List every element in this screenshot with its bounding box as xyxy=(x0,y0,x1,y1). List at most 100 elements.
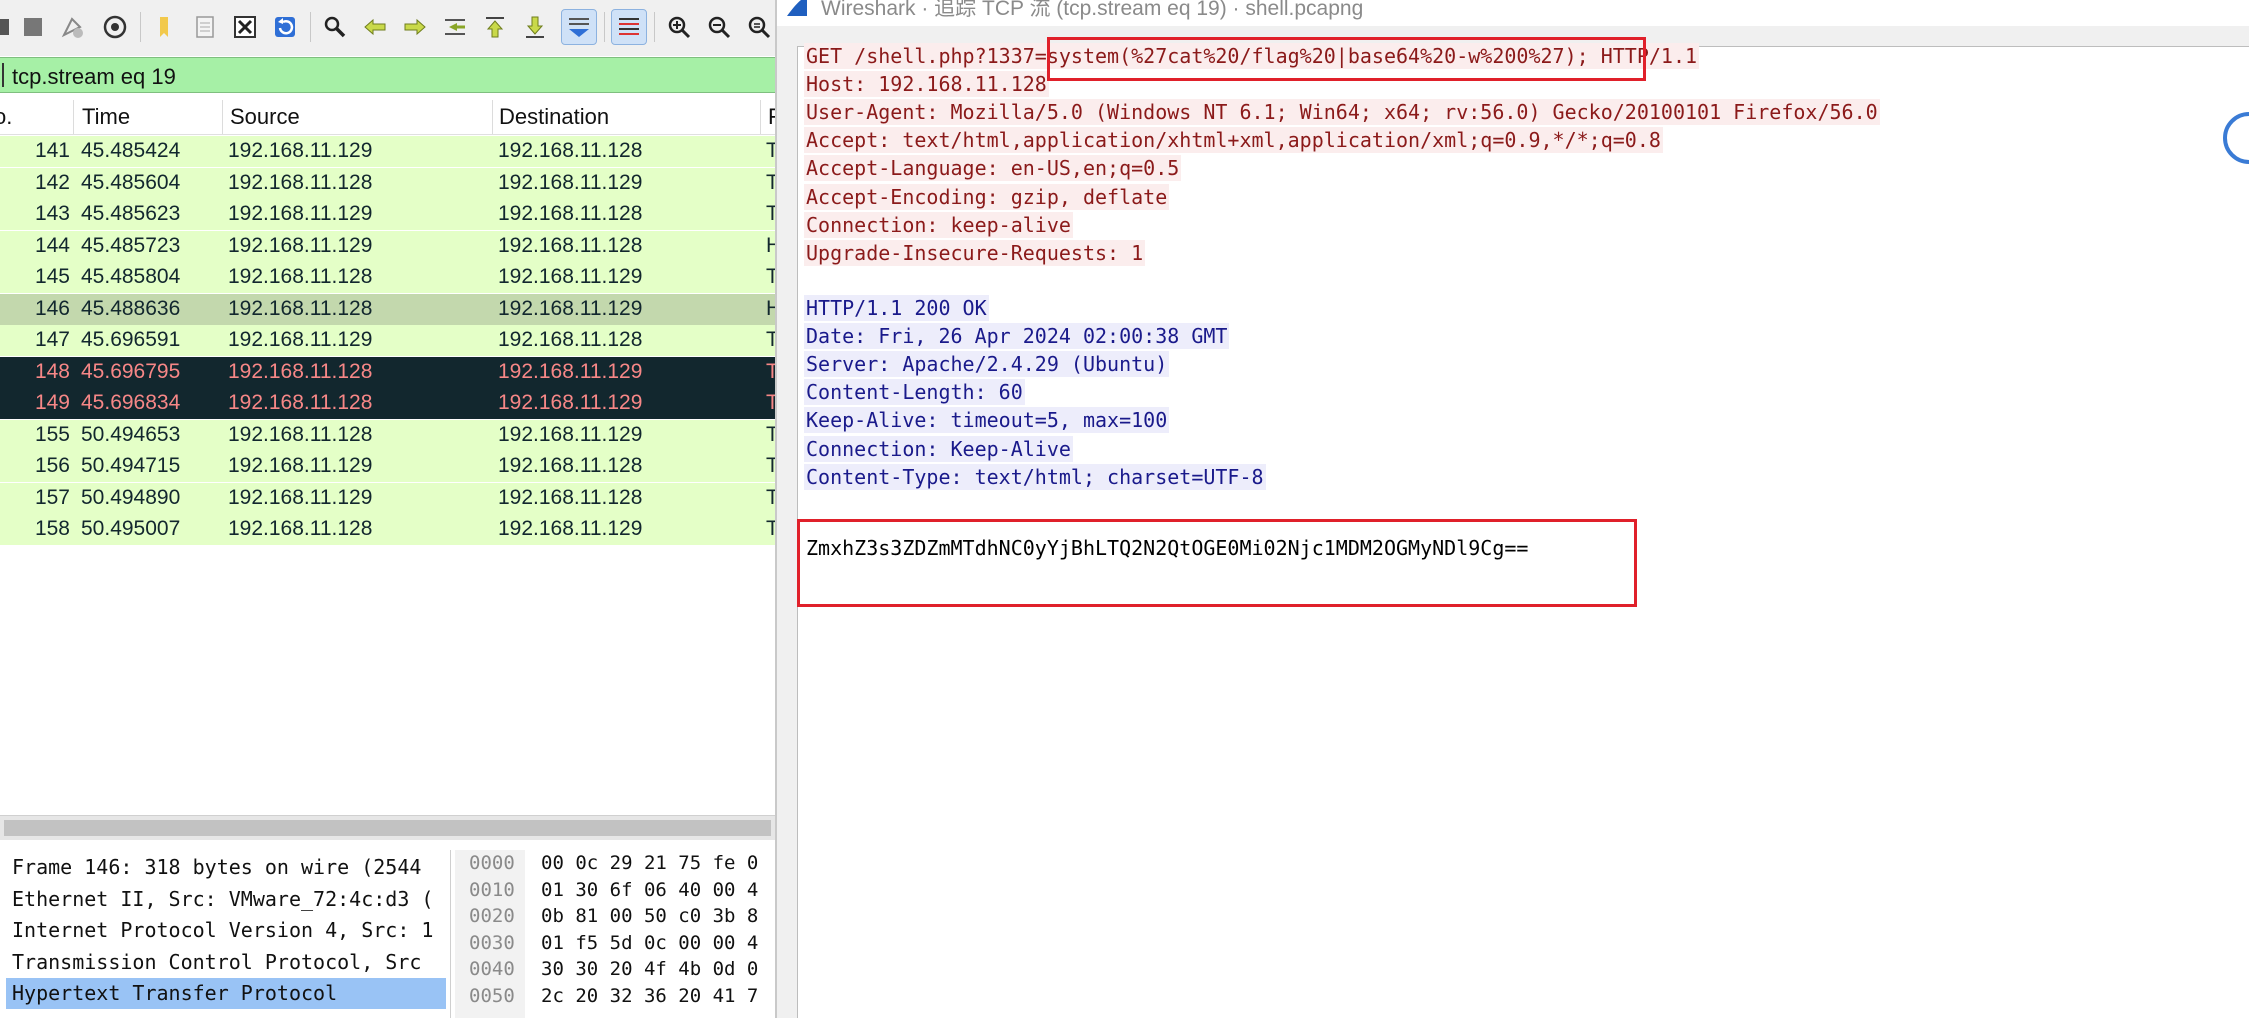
packet-destination: 192.168.11.128 xyxy=(498,202,643,225)
column-header-protocol[interactable]: F xyxy=(768,104,775,130)
packet-no: 143 xyxy=(34,202,70,225)
filter-bookmark-icon[interactable] xyxy=(2,63,4,87)
restart-capture-icon[interactable] xyxy=(16,10,50,44)
packet-protocol: H xyxy=(766,296,775,320)
go-to-packet-icon[interactable] xyxy=(438,10,472,44)
hex-bytes: 0b 81 00 50 c0 3b 8 xyxy=(541,905,759,927)
wireshark-main-window: tcp.stream eq 19 o. Time Source Destinat… xyxy=(0,0,775,1018)
response-line: HTTP/1.1 200 OK xyxy=(804,295,989,321)
packet-row[interactable]: 147 45.696591 192.168.11.129 192.168.11.128… xyxy=(0,325,775,356)
capture-settings-icon[interactable] xyxy=(98,10,132,44)
packet-list-scrollbar[interactable] xyxy=(0,815,775,840)
packet-row[interactable]: 148 45.696795 192.168.11.128 192.168.11.129… xyxy=(0,356,775,388)
packet-source: 192.168.11.129 xyxy=(228,328,373,351)
packet-row[interactable]: 146 45.488636 192.168.11.128 192.168.11.129… xyxy=(0,293,775,325)
column-header-destination[interactable]: Destination xyxy=(499,104,609,130)
column-header-no[interactable]: o. xyxy=(0,104,12,130)
go-forward-icon[interactable] xyxy=(398,10,432,44)
request-line: Accept-Encoding: gzip, deflate xyxy=(804,183,1170,210)
zoom-in-icon[interactable] xyxy=(662,10,696,44)
packet-destination: 192.168.11.129 xyxy=(498,296,643,320)
hex-bytes: 01 30 6f 06 40 00 4 xyxy=(541,878,759,901)
packet-no: 157 xyxy=(34,485,70,509)
find-packet-icon[interactable] xyxy=(318,10,352,44)
detail-tree-label: Frame 146: 318 bytes on wire (2544 xyxy=(12,855,422,879)
request-line: Connection: keep-alive xyxy=(804,211,1073,238)
go-to-first-icon[interactable] xyxy=(478,10,512,44)
response-line: Date: Fri, 26 Apr 2024 02:00:38 GMT xyxy=(804,323,1230,350)
display-filter-bar[interactable]: tcp.stream eq 19 xyxy=(0,57,775,93)
colorize-icon[interactable] xyxy=(611,9,647,45)
scrollbar-thumb[interactable] xyxy=(4,820,771,836)
packet-protocol: T xyxy=(766,485,775,509)
hex-bytes: 30 30 20 4f 4b 0d 0 xyxy=(541,958,759,980)
packet-destination: 192.168.11.129 xyxy=(498,359,643,383)
detail-tree-item[interactable]: Internet Protocol Version 4, Src: 1 xyxy=(6,915,446,946)
column-separator[interactable] xyxy=(492,100,493,134)
stream-content-area[interactable]: GET /shell.php?1337=system(%27cat%20/fla… xyxy=(797,37,2249,1018)
packet-time: 45.485424 xyxy=(81,139,181,162)
column-header-time[interactable]: Time xyxy=(82,104,130,130)
packet-time: 45.485623 xyxy=(81,202,181,225)
packet-row[interactable]: 143 45.485623 192.168.11.129 192.168.11.128… xyxy=(0,199,775,230)
capture-options-icon[interactable] xyxy=(55,10,89,44)
highlight-box-response-body xyxy=(797,519,1637,607)
packet-list-header: o. Time Source Destination F xyxy=(0,100,775,135)
packet-source: 192.168.11.128 xyxy=(228,265,373,288)
packet-row[interactable]: 144 45.485723 192.168.11.129 192.168.11.128… xyxy=(0,230,775,262)
packet-time: 45.696591 xyxy=(81,328,181,351)
go-to-last-icon[interactable] xyxy=(518,10,552,44)
packet-row[interactable]: 149 45.696834 192.168.11.128 192.168.11.129… xyxy=(0,388,775,419)
packet-destination: 192.168.11.129 xyxy=(498,170,643,194)
zoom-normal-icon[interactable] xyxy=(742,10,775,44)
packet-row[interactable]: 157 50.494890 192.168.11.129 192.168.11.128… xyxy=(0,482,775,514)
detail-tree-item[interactable]: Ethernet II, Src: VMware_72:4c:d3 ( xyxy=(6,884,446,915)
packet-no: 142 xyxy=(34,170,70,194)
detail-tree-item[interactable]: Frame 146: 318 bytes on wire (2544 xyxy=(6,852,446,883)
close-file-icon[interactable] xyxy=(228,10,262,44)
go-back-icon[interactable] xyxy=(358,10,392,44)
reload-file-icon[interactable] xyxy=(268,10,302,44)
packet-destination: 192.168.11.128 xyxy=(498,233,643,257)
hex-bytes: 00 0c 29 21 75 fe 0 xyxy=(541,852,759,874)
packet-row[interactable]: 156 50.494715 192.168.11.129 192.168.11.128… xyxy=(0,451,775,482)
packet-no: 155 xyxy=(34,422,70,446)
column-separator[interactable] xyxy=(73,100,74,134)
packet-protocol: T xyxy=(766,265,775,288)
display-filter-input[interactable]: tcp.stream eq 19 xyxy=(12,64,176,90)
packet-no: 148 xyxy=(34,359,70,383)
packet-row[interactable]: 145 45.485804 192.168.11.128 192.168.11.129… xyxy=(0,262,775,293)
packet-row[interactable]: 155 50.494653 192.168.11.128 192.168.11.129… xyxy=(0,419,775,451)
packet-details-pane: Frame 146: 318 bytes on wire (2544 Ethern… xyxy=(0,850,451,1018)
zoom-out-icon[interactable] xyxy=(702,10,736,44)
packet-row[interactable]: 141 45.485424 192.168.11.129 192.168.11.128… xyxy=(0,136,775,167)
column-separator[interactable] xyxy=(222,100,223,134)
detail-tree-label: Ethernet II, Src: VMware_72:4c:d3 ( xyxy=(12,886,434,911)
detail-tree-item[interactable]: Transmission Control Protocol, Src xyxy=(6,947,446,978)
packet-time: 45.485723 xyxy=(81,233,181,257)
packet-destination: 192.168.11.129 xyxy=(498,422,643,446)
request-line: User-Agent: Mozilla/5.0 (Windows NT 6.1;… xyxy=(804,99,1880,126)
packet-row[interactable]: 142 45.485604 192.168.11.128 192.168.11.129… xyxy=(0,167,775,199)
column-header-source[interactable]: Source xyxy=(230,104,300,130)
packet-time: 45.485804 xyxy=(81,265,181,288)
detail-tree-item[interactable]: Hypertext Transfer Protocol xyxy=(6,978,446,1009)
detail-tree-label: Transmission Control Protocol, Src xyxy=(12,949,422,974)
highlight-box-command xyxy=(1047,37,1646,81)
packet-source: 192.168.11.129 xyxy=(228,454,373,477)
packet-time: 50.494715 xyxy=(81,454,181,477)
packet-bytes-pane: 0000 00 0c 29 21 75 fe 0 0010 01 30 6f 06 4… xyxy=(455,850,775,1018)
response-line: Connection: Keep-Alive xyxy=(804,435,1073,462)
save-file-icon[interactable] xyxy=(188,10,222,44)
hex-offset: 0000 xyxy=(469,852,515,874)
packet-source: 192.168.11.128 xyxy=(228,359,373,383)
packet-destination: 192.168.11.129 xyxy=(498,517,643,540)
packet-row[interactable]: 158 50.495007 192.168.11.128 192.168.11.129… xyxy=(0,514,775,545)
auto-scroll-icon[interactable] xyxy=(561,9,597,45)
packet-source: 192.168.11.128 xyxy=(228,517,373,540)
window-title-bar: Wireshark · 追踪 TCP 流 (tcp.stream eq 19) … xyxy=(777,0,2249,26)
response-line: Content-Type: text/html; charset=UTF-8 xyxy=(804,463,1266,490)
open-file-icon[interactable] xyxy=(148,10,182,44)
packet-source: 192.168.11.129 xyxy=(228,202,373,225)
column-separator[interactable] xyxy=(760,100,761,134)
